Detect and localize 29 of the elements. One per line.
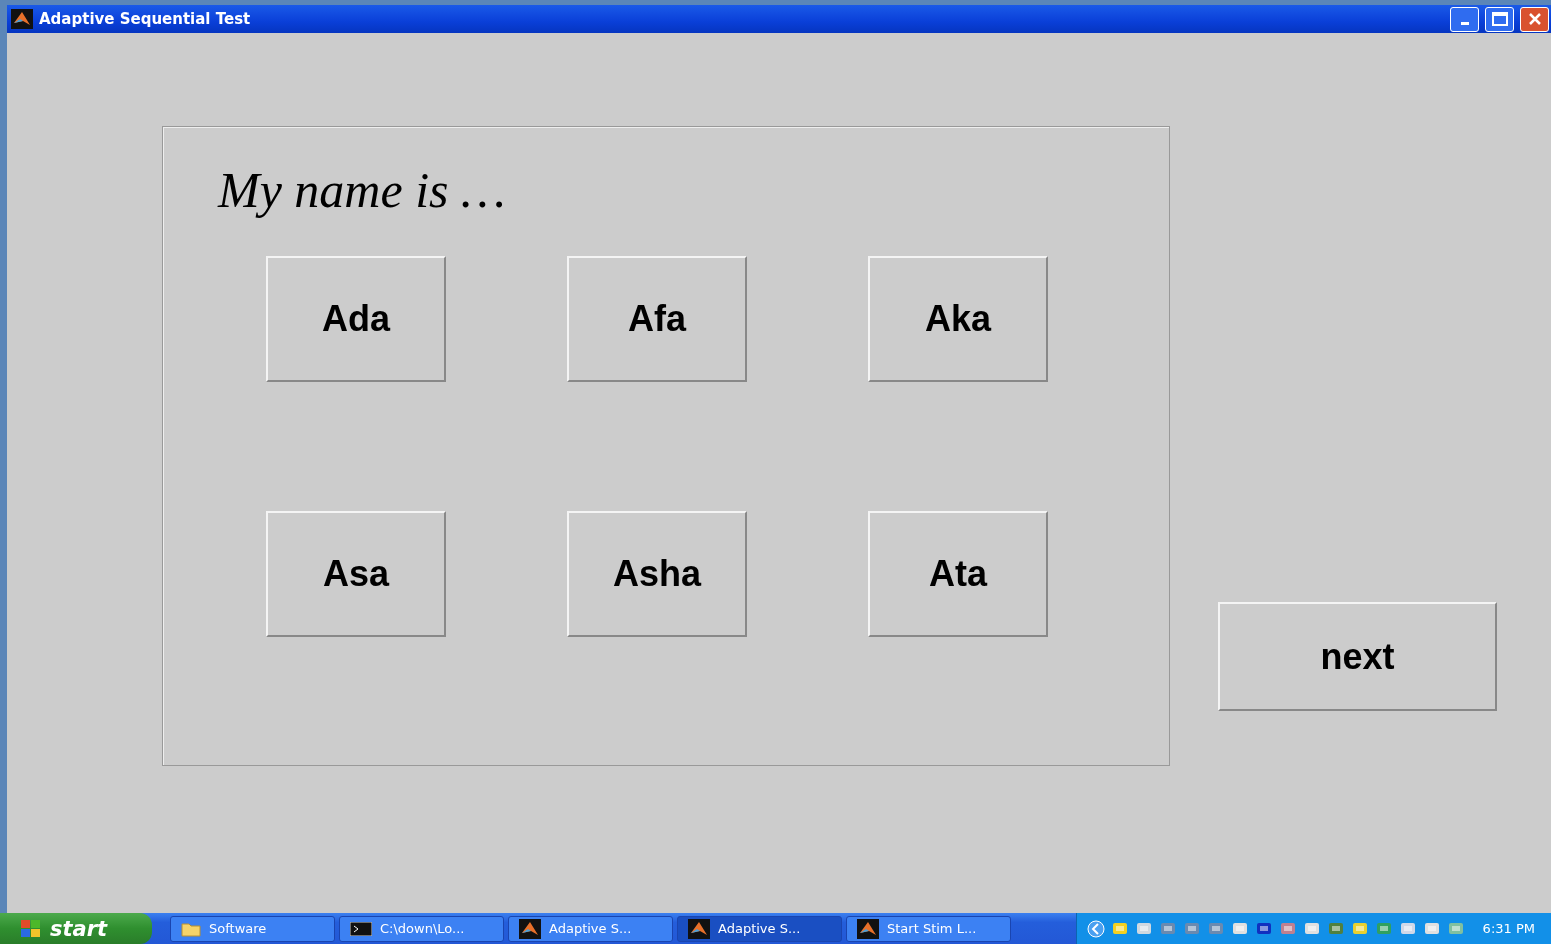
name-button[interactable]: Ada (266, 256, 446, 382)
minimize-icon (1460, 22, 1469, 25)
taskbar-button[interactable]: Adaptive S... (508, 915, 673, 942)
start-button[interactable]: start (0, 913, 152, 944)
app-icon (688, 918, 710, 939)
maximize-icon (1491, 12, 1508, 26)
close-icon (1527, 12, 1542, 26)
app-icon (857, 918, 879, 939)
clock: 6:31 PM (1482, 921, 1535, 936)
name-button[interactable]: Aka (868, 256, 1048, 382)
console-icon (350, 921, 372, 936)
name-button[interactable]: Asha (567, 511, 747, 637)
name-button[interactable]: Ata (868, 511, 1048, 637)
windows-flag-icon (20, 918, 42, 939)
tray-icon[interactable] (1086, 919, 1105, 938)
taskbar-button[interactable]: C:\down\Lo... (339, 915, 504, 942)
taskbar-button[interactable]: Start Stim L... (846, 915, 1011, 942)
maximize-button[interactable] (1485, 6, 1514, 32)
name-button[interactable]: Asa (266, 511, 446, 637)
minimize-button[interactable] (1450, 6, 1479, 32)
next-button[interactable]: next (1218, 602, 1497, 711)
window-title: Adaptive Sequential Test (39, 10, 252, 28)
name-button[interactable]: Afa (567, 256, 747, 382)
folder-icon (181, 920, 201, 937)
taskbar-button[interactable]: Adaptive S... (677, 915, 842, 942)
app-icon (11, 9, 33, 29)
close-button[interactable] (1520, 6, 1549, 32)
taskbar-button[interactable]: Software (170, 915, 335, 942)
app-icon (519, 918, 541, 939)
